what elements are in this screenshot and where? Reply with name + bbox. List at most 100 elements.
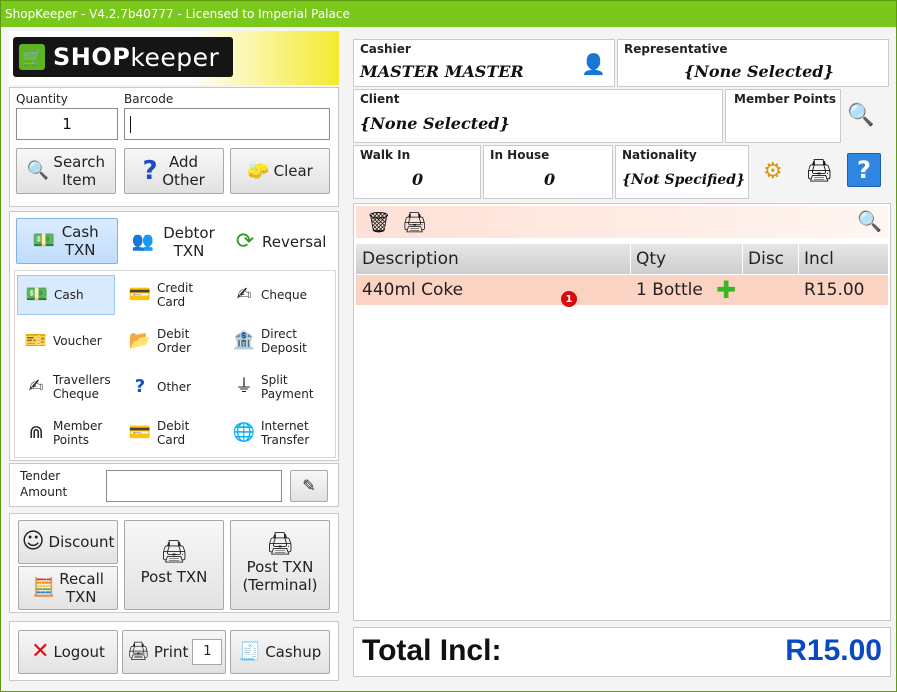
post-panel: ☺ Discount 🧮 Recall TXN 🖨 Post TXN 🖨 Pos… — [9, 513, 339, 613]
close-icon: ✕ — [31, 639, 50, 664]
cash-icon: 💵 — [32, 230, 56, 251]
search-icon[interactable]: 🔍 — [857, 209, 882, 233]
left-panel: 🛒 SHOP keeper Quantity 1 Barcode 🔍 Search… — [9, 31, 339, 687]
column-divider — [742, 244, 743, 274]
post-txn-terminal-button[interactable]: 🖨 Post TXN (Terminal) — [230, 520, 330, 610]
annotation-marker: 1 — [561, 291, 577, 307]
settings-gear-icon[interactable]: ⚙ — [763, 159, 783, 184]
payment-cheque[interactable]: ✍ Cheque — [229, 275, 333, 315]
add-qty-icon[interactable]: ✚ — [716, 276, 736, 304]
printer-icon: 🖨 — [127, 641, 150, 662]
header-description[interactable]: Description — [362, 249, 459, 269]
debtor-txn-button[interactable]: 👥 Debtor TXN — [128, 220, 218, 264]
client-label: Client — [360, 92, 400, 106]
recall-txn-button[interactable]: 🧮 Recall TXN — [18, 566, 118, 610]
cart-icon: 🛒 — [19, 44, 45, 70]
logo-shop: SHOP — [53, 43, 131, 71]
cashier-value: MASTER MASTER — [360, 62, 524, 81]
payment-debit-order[interactable]: 📂 Debit Order — [125, 321, 225, 361]
deposit-icon: 🏦 — [232, 330, 256, 351]
tender-amount-label: Tender Amount — [20, 469, 68, 499]
payment-direct-deposit[interactable]: 🏦 Direct Deposit — [229, 321, 333, 361]
cheque-pen-icon: ✍ — [28, 376, 44, 397]
items-grid: 🗑 🖨 🔍 Description Qty Disc Incl 440ml Co… — [353, 203, 891, 621]
in-house-value[interactable]: 0 — [544, 170, 555, 189]
nationality-value[interactable]: {Not Specified} — [622, 172, 745, 188]
representative-label: Representative — [624, 42, 728, 56]
table-row[interactable]: 440ml Coke 1 Bottle ✚ R15.00 — [356, 275, 888, 305]
printer-icon[interactable]: 🖨 — [402, 210, 427, 234]
barcode-label: Barcode — [124, 92, 174, 106]
question-icon: ? — [142, 156, 158, 186]
header-incl[interactable]: Incl — [804, 249, 834, 269]
client-panel: Client {None Selected} — [353, 89, 723, 143]
question-circle-icon: ? — [134, 376, 146, 397]
payment-member-points[interactable]: ⋒ Member Points — [21, 413, 119, 453]
total-value: R15.00 — [785, 634, 882, 667]
header-qty[interactable]: Qty — [636, 249, 666, 269]
payment-voucher[interactable]: 🎫 Voucher — [21, 321, 119, 361]
logout-button[interactable]: ✕ Logout — [18, 630, 118, 674]
globe-icon: 🌐 — [232, 422, 256, 443]
tender-amount-input[interactable] — [106, 470, 282, 502]
cash-icon: 💵 — [25, 284, 49, 305]
payment-cash[interactable]: 💵 Cash — [17, 275, 115, 315]
print-button[interactable]: 🖨 Print 1 — [122, 630, 226, 674]
app-window: ShopKeeper - V4.2.7b40777 - Licensed to … — [0, 0, 897, 692]
payment-grid: 💵 Cash 💳 Credit Card ✍ Cheque 🎫 Voucher 📂 Deb… — [14, 270, 336, 458]
payment-internet-transfer[interactable]: 🌐 Internet Transfer — [229, 413, 333, 453]
cash-txn-button[interactable]: 💵 Cash TXN — [16, 218, 118, 264]
payment-debit-card[interactable]: 💳 Debit Card — [125, 413, 225, 453]
add-other-button[interactable]: ? Add Other — [124, 148, 224, 194]
help-icon[interactable]: ? — [847, 153, 881, 187]
clear-button[interactable]: 🧽 Clear — [230, 148, 330, 194]
grid-header: Description Qty Disc Incl — [356, 244, 888, 274]
magnet-icon: ⋒ — [28, 422, 44, 443]
post-txn-button[interactable]: 🖨 Post TXN — [124, 520, 224, 610]
payment-split[interactable]: ⏚ Split Payment — [229, 367, 333, 407]
cash-register-icon: 🖨 — [160, 540, 188, 565]
barcode-input[interactable] — [124, 108, 330, 140]
user-edit-icon[interactable]: 👤 — [581, 52, 606, 76]
member-points-panel: Member Points — [725, 89, 841, 143]
grid-toolbar: 🗑 🖨 🔍 — [356, 206, 888, 238]
magnifier-icon: 🔍 — [26, 160, 50, 181]
nationality-panel: Nationality {Not Specified} — [615, 145, 749, 199]
tender-panel: Tender Amount ✎ — [9, 463, 339, 507]
header-disc[interactable]: Disc — [748, 249, 784, 269]
shopkeeper-logo: 🛒 SHOP keeper — [13, 37, 233, 77]
cashier-label: Cashier — [360, 42, 411, 56]
footer-panel: ✕ Logout 🖨 Print 1 🧾 Cashup — [9, 621, 339, 681]
total-panel: Total Incl: R15.00 — [353, 627, 891, 677]
cards-icon: 💳 — [128, 284, 152, 305]
people-icon: 👥 — [131, 231, 155, 252]
payment-travellers-cheque[interactable]: ✍ Travellers Cheque — [21, 367, 119, 407]
recycle-bin-icon[interactable]: 🗑 — [366, 210, 391, 234]
client-search-icon[interactable]: 🔍 — [847, 103, 874, 128]
search-item-button[interactable]: 🔍 Search Item — [16, 148, 116, 194]
printer-icon[interactable]: 🖨 — [805, 159, 833, 184]
quantity-label: Quantity — [16, 92, 68, 106]
cashier-panel: Cashier MASTER MASTER 👤 — [353, 39, 615, 87]
representative-value[interactable]: {None Selected} — [684, 62, 834, 81]
in-house-panel: In House 0 — [483, 145, 613, 199]
walk-in-panel: Walk In 0 — [353, 145, 481, 199]
cashup-button[interactable]: 🧾 Cashup — [230, 630, 330, 674]
discount-button[interactable]: ☺ Discount — [18, 520, 118, 564]
reversal-button[interactable]: ⟳ Reversal — [230, 220, 327, 264]
cell-description: 440ml Coke — [362, 280, 464, 300]
walk-in-label: Walk In — [360, 148, 411, 162]
card-icon: 💳 — [128, 422, 152, 443]
tender-edit-button[interactable]: ✎ — [290, 470, 328, 502]
cash-register-icon: 🖨 — [266, 532, 294, 557]
client-value[interactable]: {None Selected} — [360, 114, 510, 133]
walk-in-value[interactable]: 0 — [412, 170, 423, 189]
payment-other[interactable]: ? Other — [125, 367, 225, 407]
print-copies-input[interactable]: 1 — [192, 639, 223, 665]
payment-credit-card[interactable]: 💳 Credit Card — [125, 275, 225, 315]
nationality-label: Nationality — [622, 148, 697, 162]
quantity-input[interactable]: 1 — [16, 108, 118, 140]
column-divider — [630, 244, 631, 274]
in-house-label: In House — [490, 148, 550, 162]
cheque-pen-icon: ✍ — [236, 284, 252, 305]
